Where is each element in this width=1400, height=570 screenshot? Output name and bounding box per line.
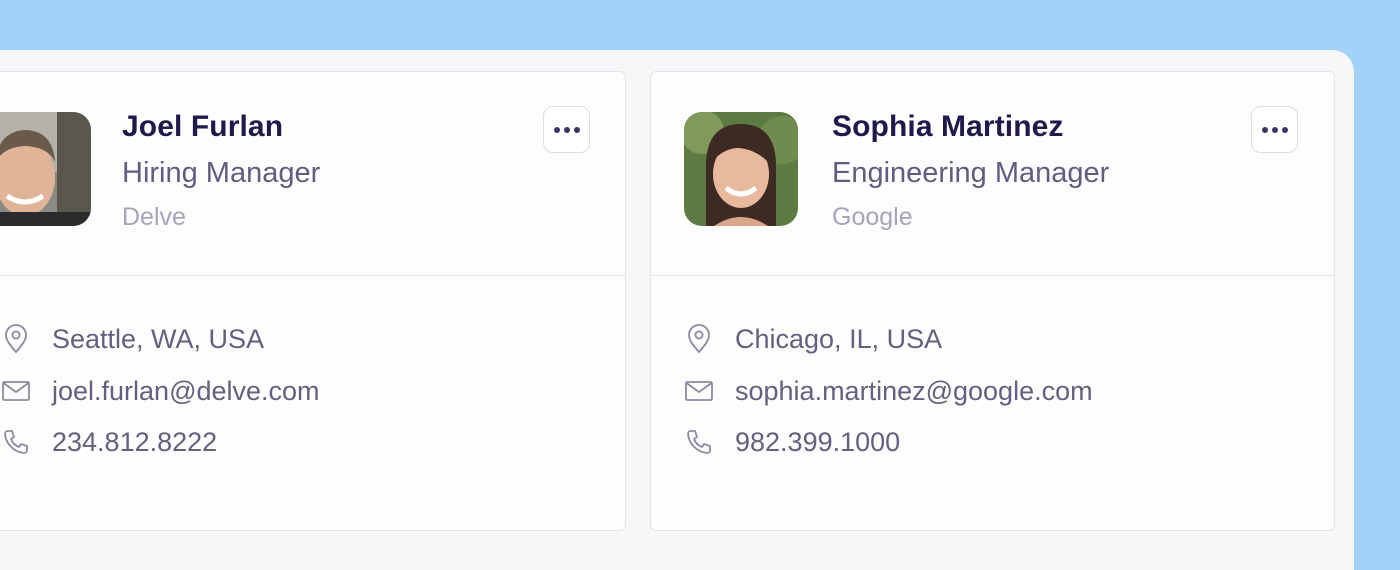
more-options-button[interactable]	[543, 106, 590, 153]
mail-icon	[1, 376, 31, 406]
contact-card-header: Joel Furlan Hiring Manager Delve	[0, 72, 625, 276]
contact-name: Joel Furlan	[122, 110, 284, 143]
more-horizontal-icon	[1261, 126, 1268, 133]
email-row: joel.furlan@delve.com	[1, 373, 320, 409]
location-row: Chicago, IL, USA	[684, 321, 942, 357]
phone-icon	[1, 427, 31, 457]
map-pin-icon	[684, 324, 714, 354]
email-link[interactable]: joel.furlan@delve.com	[52, 376, 320, 407]
phone-row: 234.812.8222	[1, 424, 217, 460]
contact-details: Seattle, WA, USA joel.furlan@delve.com 2…	[0, 276, 625, 530]
location-text: Seattle, WA, USA	[52, 323, 265, 354]
avatar	[0, 112, 91, 226]
map-pin-icon	[1, 324, 31, 354]
avatar	[684, 112, 798, 226]
email-link[interactable]: sophia.martinez@google.com	[735, 376, 1093, 407]
contact-title: Hiring Manager	[122, 157, 321, 189]
contact-card-header: Sophia Martinez Engineering Manager Goog…	[651, 72, 1334, 276]
phone-row: 982.399.1000	[684, 424, 900, 460]
contact-company: Google	[832, 203, 913, 231]
phone-icon	[684, 427, 714, 457]
location-row: Seattle, WA, USA	[1, 321, 264, 357]
contact-details: Chicago, IL, USA sophia.martinez@google.…	[651, 276, 1334, 530]
more-options-button[interactable]	[1251, 106, 1298, 153]
contact-card: Sophia Martinez Engineering Manager Goog…	[650, 71, 1335, 531]
contact-name: Sophia Martinez	[832, 110, 1064, 143]
phone-text[interactable]: 234.812.8222	[52, 427, 217, 458]
phone-text[interactable]: 982.399.1000	[735, 427, 900, 458]
contact-title: Engineering Manager	[832, 157, 1110, 189]
location-text: Chicago, IL, USA	[735, 323, 943, 354]
contact-company: Delve	[122, 203, 186, 231]
contact-card: Joel Furlan Hiring Manager Delve Seattle…	[0, 71, 626, 531]
mail-icon	[684, 376, 714, 406]
email-row: sophia.martinez@google.com	[684, 373, 1093, 409]
more-horizontal-icon	[553, 126, 560, 133]
